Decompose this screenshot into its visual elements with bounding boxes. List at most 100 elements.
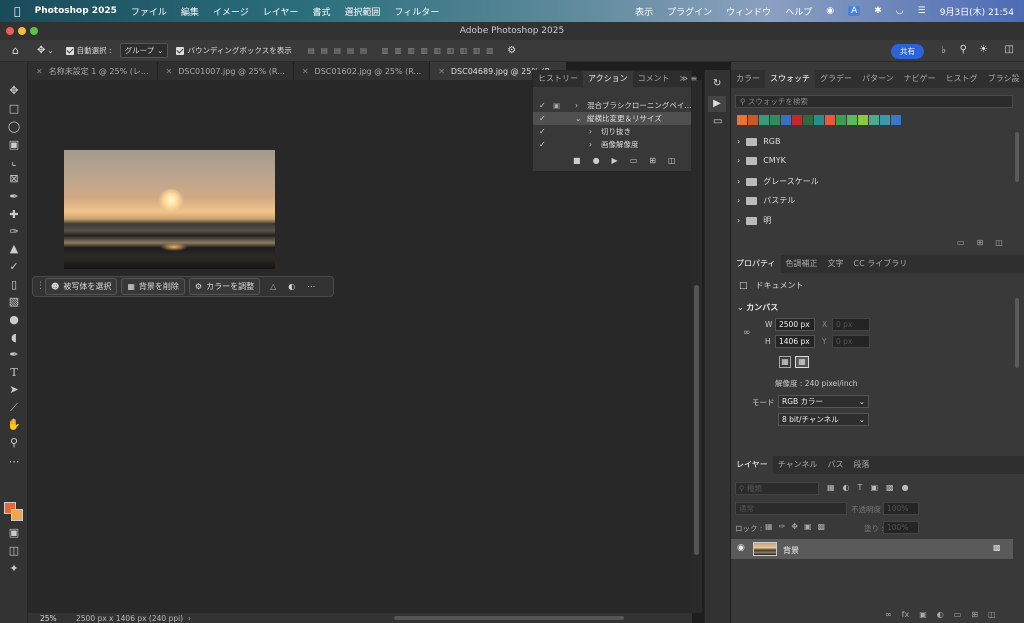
contrast-icon[interactable]: ◐ [288, 282, 295, 291]
record-icon[interactable]: ● [593, 156, 600, 165]
tab-gradients[interactable]: グラデー [815, 70, 857, 88]
minimize-window-button[interactable] [18, 27, 26, 35]
type-icon[interactable]: T [6, 366, 22, 380]
menu-image[interactable]: イメージ [213, 5, 249, 18]
color-swatch[interactable] [836, 115, 846, 125]
tab-character[interactable]: 文字 [823, 255, 849, 273]
shape-filter-icon[interactable]: ▣ [870, 483, 878, 492]
path-select-icon[interactable]: ➤ [6, 383, 22, 397]
bounding-box-checkbox[interactable]: バウンディングボックスを表示 [176, 45, 292, 56]
tab-histogram[interactable]: ヒストグ [941, 70, 983, 88]
lock-transparency-icon[interactable]: ▦ [765, 522, 773, 531]
color-swatch[interactable] [869, 115, 879, 125]
input-source-indicator[interactable]: A [848, 6, 861, 16]
history-panel-icon[interactable]: ↻ [713, 78, 721, 89]
menu-type[interactable]: 書式 [312, 5, 330, 18]
swatch-scrollbar[interactable] [1015, 132, 1019, 182]
more-tools-icon[interactable]: ⋯ [6, 455, 22, 469]
tab-swatches[interactable]: スウォッチ [765, 70, 815, 88]
eraser-icon[interactable]: ▯ [6, 278, 22, 292]
swatch-group-cmyk[interactable]: › CMYK [737, 156, 786, 165]
blend-mode-dropdown[interactable]: 通常 [735, 502, 847, 515]
new-set-icon[interactable]: ▭ [630, 156, 638, 165]
height-field[interactable]: 1406 px [775, 335, 815, 348]
chevron-right-icon[interactable]: › [589, 140, 592, 149]
menu-view[interactable]: 表示 [635, 5, 653, 18]
quick-mask-icon[interactable]: ▣ [6, 526, 22, 540]
menu-filter[interactable]: フィルター [394, 5, 439, 18]
tab-adjustments[interactable]: 色調補正 [781, 255, 823, 273]
zoom-icon[interactable]: ⚲ [6, 436, 22, 450]
link-layers-icon[interactable]: ∞ [885, 610, 892, 619]
menu-select[interactable]: 選択範囲 [344, 5, 380, 18]
width-field[interactable]: 2500 px [775, 318, 815, 331]
menu-help[interactable]: ヘルプ [785, 5, 812, 18]
new-group-icon[interactable]: ▭ [957, 238, 965, 247]
hand-icon[interactable]: ✋ [6, 418, 22, 432]
menu-layer[interactable]: レイヤー [263, 5, 299, 18]
check-icon[interactable]: ✓ [539, 114, 546, 123]
trash-icon[interactable]: ◫ [668, 156, 676, 165]
type-filter-icon[interactable]: T [858, 483, 863, 492]
color-swatch[interactable] [814, 115, 824, 125]
adjust-color-button[interactable]: ⚙ カラーを調整 [188, 278, 261, 295]
tab-paragraph[interactable]: 段落 [849, 456, 875, 474]
tab-history[interactable]: ヒストリー [533, 71, 583, 87]
new-action-icon[interactable]: ⊞ [649, 156, 656, 165]
discover-icon[interactable]: ☀ [979, 44, 988, 55]
lock-icon[interactable]: ▩ [993, 543, 1001, 552]
select-subject-button[interactable]: ☻ 被写体を選択 [45, 278, 118, 295]
close-window-button[interactable] [6, 27, 14, 35]
bluetooth-icon[interactable]: ✱ [874, 6, 882, 16]
check-icon[interactable]: ✓ [539, 127, 546, 136]
stop-icon[interactable]: ■ [573, 156, 581, 165]
menu-app[interactable]: Photoshop 2025 [35, 6, 117, 16]
portrait-orientation-icon[interactable]: ▦ [779, 356, 791, 368]
move-tool-icon[interactable]: ✥ [37, 45, 45, 56]
eyedropper-icon[interactable]: ✒ [6, 190, 22, 204]
home-icon[interactable]: ⌂ [12, 44, 19, 57]
workspace-icon[interactable]: ◫ [1005, 44, 1014, 55]
action-row-selected[interactable]: ✓ ⌄ 縦横比変更＆リサイズ [533, 112, 691, 125]
tab-navigator[interactable]: ナビゲー [899, 70, 941, 88]
chevron-right-icon[interactable]: › [589, 127, 592, 136]
group-layers-icon[interactable]: ▭ [954, 610, 962, 619]
chevron-right-icon[interactable]: › [188, 614, 191, 623]
chevron-right-icon[interactable]: › [575, 101, 578, 110]
fill-field[interactable]: 100% [883, 521, 919, 534]
dodge-icon[interactable]: ◖ [6, 331, 22, 345]
swatch-group-grayscale[interactable]: › グレースケール [737, 176, 819, 187]
trash-icon[interactable]: ◫ [988, 610, 996, 619]
tab-patterns[interactable]: パターン [857, 70, 899, 88]
share-button[interactable]: 共有 [891, 44, 924, 59]
layer-filter-dropdown[interactable]: ⚲ 種類 [735, 482, 819, 495]
history-brush-icon[interactable]: ✓ [6, 260, 22, 274]
mode-dropdown[interactable]: RGB カラー ⌄ [778, 395, 869, 408]
new-swatch-icon[interactable]: ⊞ [977, 238, 984, 247]
color-swatch[interactable] [781, 115, 791, 125]
tab-channels[interactable]: チャンネル [773, 456, 823, 474]
crop-icon[interactable]: ⌞ [6, 155, 22, 169]
y-field[interactable]: 0 px [832, 335, 870, 348]
fx-icon[interactable]: fx [902, 610, 910, 619]
x-field[interactable]: 0 px [832, 318, 870, 331]
color-swatch[interactable] [792, 115, 802, 125]
bit-depth-dropdown[interactable]: 8 bit/チャンネル ⌄ [778, 413, 869, 426]
filter-toggle-icon[interactable]: ● [902, 483, 909, 492]
zoom-window-button[interactable] [30, 27, 38, 35]
eye-icon[interactable]: ◉ [737, 543, 745, 553]
tab-paths[interactable]: パス [823, 456, 849, 474]
swatch-group-pastel[interactable]: › パステル [737, 195, 795, 206]
swatch-group-light[interactable]: › 明 [737, 215, 771, 226]
doc-tab[interactable]: ✕ DSC01007.jpg @ 25% (R... [157, 62, 294, 80]
move-tool-dropdown[interactable]: ⌄ [47, 46, 53, 55]
pen-icon[interactable]: ✒ [6, 348, 22, 362]
action-step[interactable]: ✓ › 切り抜き [533, 125, 691, 138]
comments-panel-icon[interactable]: ▭ [713, 116, 722, 127]
properties-scrollbar[interactable] [1015, 298, 1019, 368]
wifi-icon[interactable]: ◡ [896, 6, 904, 16]
gradient-icon[interactable]: ▧ [6, 295, 22, 309]
control-center-icon[interactable]: ☰ [918, 6, 926, 16]
lock-all-icon[interactable]: ▩ [818, 522, 826, 531]
lock-position-icon[interactable]: ✥ [791, 522, 798, 531]
